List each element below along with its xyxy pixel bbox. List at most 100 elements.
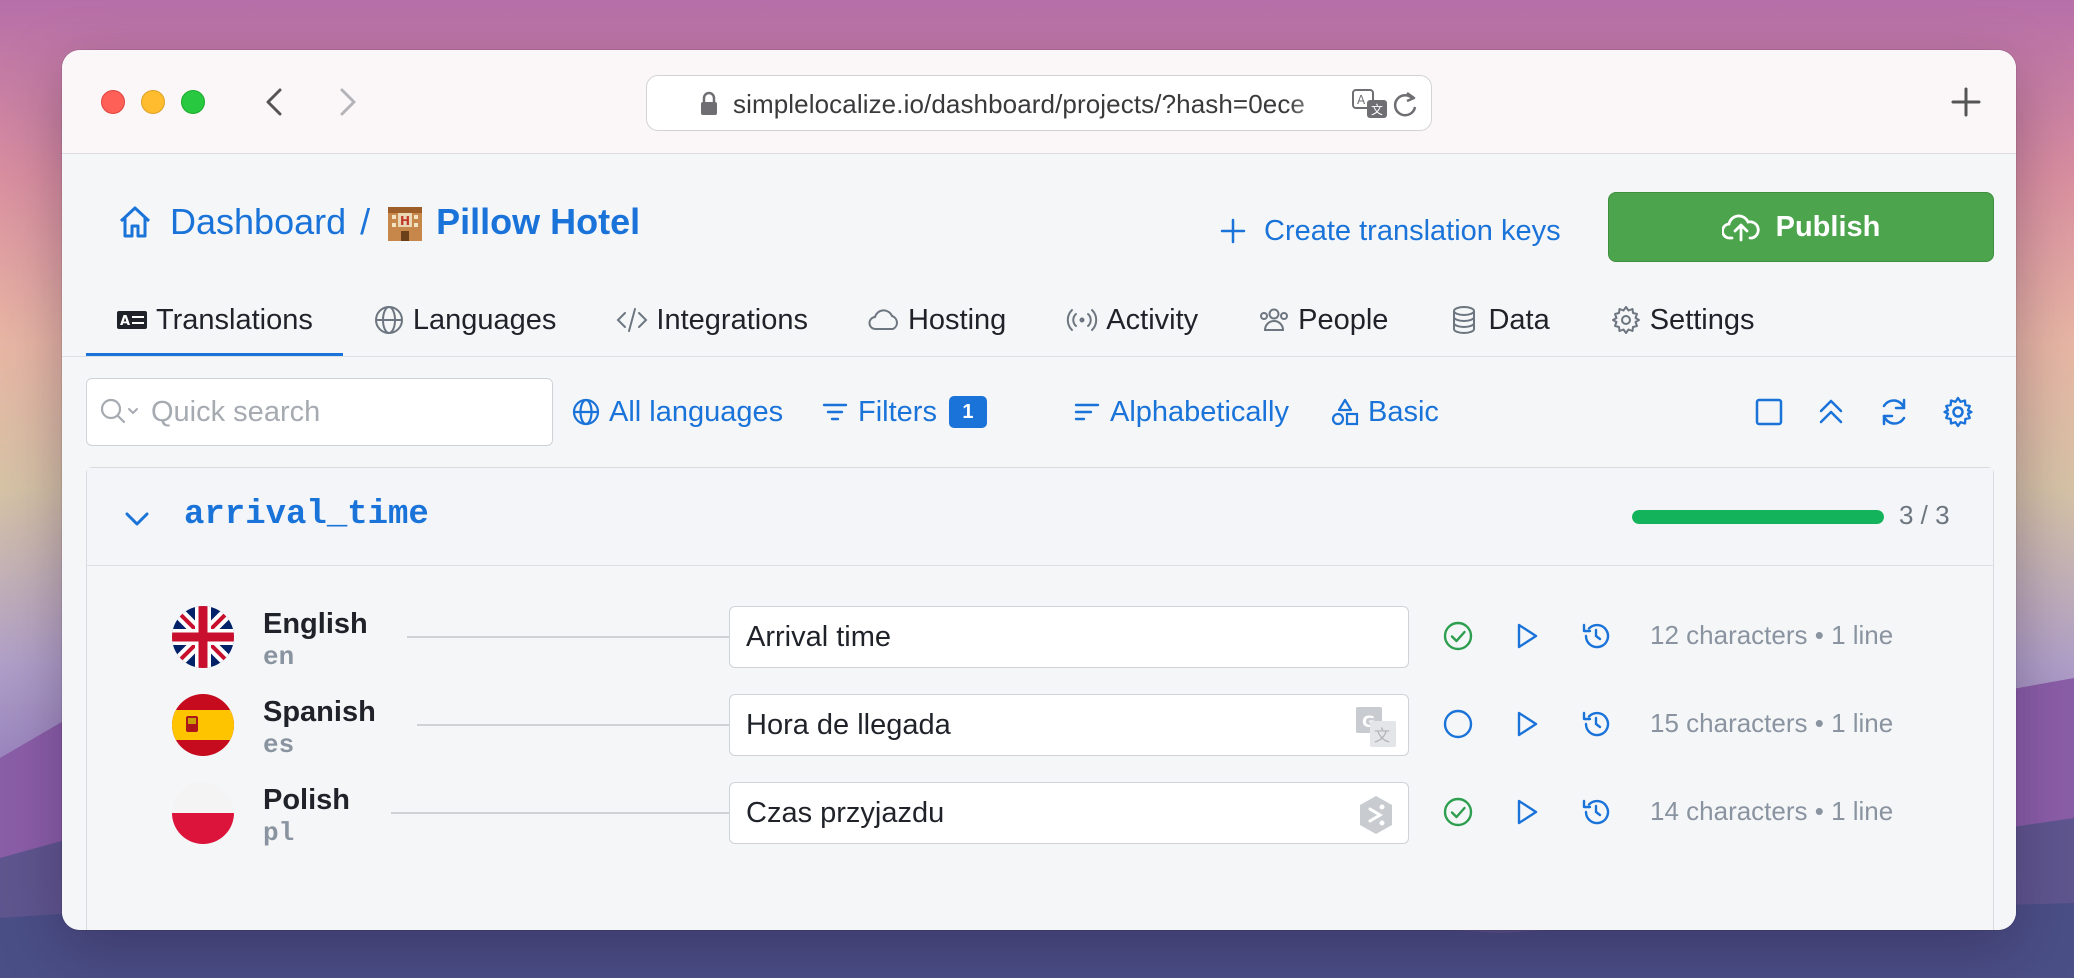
forward-arrow-icon[interactable] xyxy=(328,84,364,120)
home-icon[interactable] xyxy=(116,203,154,241)
google-translate-icon[interactable]: G文 xyxy=(1354,705,1398,749)
select-all-checkbox-icon[interactable] xyxy=(1752,395,1786,429)
deepl-icon[interactable] xyxy=(1354,793,1398,837)
chevron-down-icon[interactable] xyxy=(121,503,153,535)
publish-button[interactable]: Publish xyxy=(1608,192,1994,262)
app-content: Dashboard / H Pillow Hotel Create transl… xyxy=(62,155,2016,930)
tab-translations[interactable]: A Translations xyxy=(86,285,343,357)
key-name[interactable]: arrival_time xyxy=(184,496,429,534)
globe-icon xyxy=(572,398,600,426)
translate-page-icon[interactable]: A文 xyxy=(1351,88,1389,120)
url-fade xyxy=(1287,84,1357,124)
language-name: Spanish xyxy=(263,696,376,728)
tab-languages[interactable]: Languages xyxy=(343,285,587,355)
poland-flag-icon xyxy=(172,782,234,844)
language-code: es xyxy=(263,730,295,760)
sort-button[interactable]: Alphabetically xyxy=(1072,389,1289,435)
tab-label: People xyxy=(1298,303,1389,336)
character-count: 12 characters • 1 line xyxy=(1650,620,1894,650)
tab-settings[interactable]: Settings xyxy=(1580,285,1785,355)
translation-row-pl: Polish pl Czas przyjazdu 14 characters •… xyxy=(87,782,1993,870)
play-icon[interactable] xyxy=(1510,796,1542,828)
filters-count-badge: 1 xyxy=(948,396,987,428)
tab-label: Settings xyxy=(1649,303,1755,336)
tabs-divider xyxy=(62,356,2016,357)
translation-progress-bar xyxy=(1632,510,1884,524)
close-window-button[interactable] xyxy=(101,90,125,114)
tab-activity[interactable]: Activity xyxy=(1036,285,1228,355)
cloud-upload-icon xyxy=(1721,214,1760,242)
create-keys-label: Create translation keys xyxy=(1264,214,1561,247)
address-bar[interactable]: simplelocalize.io/dashboard/projects/?ha… xyxy=(646,75,1432,131)
character-count: 15 characters • 1 line xyxy=(1650,708,1894,738)
create-translation-keys-button[interactable]: Create translation keys xyxy=(1220,211,1561,251)
url-text: simplelocalize.io/dashboard/projects/?ha… xyxy=(733,89,1305,119)
breadcrumb-dashboard-link[interactable]: Dashboard xyxy=(170,201,346,243)
progress-count: 3 / 3 xyxy=(1899,500,1950,530)
plus-icon xyxy=(1220,218,1246,244)
tab-data[interactable]: Data xyxy=(1418,285,1579,355)
tab-people[interactable]: People xyxy=(1228,285,1418,355)
not-reviewed-circle-icon[interactable] xyxy=(1442,708,1474,740)
row-connector-line xyxy=(407,636,729,638)
new-tab-plus-icon[interactable] xyxy=(1948,84,1984,120)
all-languages-button[interactable]: All languages xyxy=(571,389,783,435)
search-icon[interactable] xyxy=(99,397,143,427)
tab-hosting[interactable]: Hosting xyxy=(838,285,1036,355)
reviewed-check-icon[interactable] xyxy=(1442,620,1474,652)
translation-input[interactable]: Arrival time xyxy=(729,606,1409,668)
globe-icon xyxy=(374,306,403,334)
row-connector-line xyxy=(417,724,729,726)
language-code: pl xyxy=(263,818,295,848)
browser-window: simplelocalize.io/dashboard/projects/?ha… xyxy=(62,50,2016,930)
quick-search-input[interactable] xyxy=(151,395,491,429)
settings-gear-icon[interactable] xyxy=(1941,395,1975,429)
breadcrumb: Dashboard / H Pillow Hotel xyxy=(116,197,640,247)
translation-key-card: arrival_time 3 / 3 English en Arrival ti… xyxy=(86,467,1994,930)
reviewed-check-icon[interactable] xyxy=(1442,796,1474,828)
history-icon[interactable] xyxy=(1580,620,1612,652)
view-mode-button[interactable]: Basic xyxy=(1330,389,1439,435)
view-mode-label: Basic xyxy=(1368,395,1439,428)
minimize-window-button[interactable] xyxy=(141,90,165,114)
character-count: 14 characters • 1 line xyxy=(1650,796,1894,826)
zoom-window-button[interactable] xyxy=(181,90,205,114)
lock-icon xyxy=(701,91,717,115)
translation-value: Hora de llegada xyxy=(746,708,951,741)
main-tabs: A Translations Languages Integrations Ho… xyxy=(86,285,1785,357)
svg-text:文: 文 xyxy=(1374,726,1390,745)
hotel-icon: H xyxy=(388,207,423,241)
code-icon xyxy=(617,308,648,332)
row-connector-line xyxy=(391,812,729,814)
publish-label: Publish xyxy=(1775,210,1881,243)
language-name: English xyxy=(263,608,368,640)
shapes-icon xyxy=(1331,398,1359,426)
all-languages-label: All languages xyxy=(609,395,784,428)
uk-flag-icon xyxy=(172,606,234,668)
project-name[interactable]: Pillow Hotel xyxy=(436,201,640,243)
translations-icon: A xyxy=(117,311,147,329)
translation-row-en: English en Arrival time 12 characters • … xyxy=(87,606,1993,694)
play-icon[interactable] xyxy=(1510,708,1542,740)
language-name: Polish xyxy=(263,784,351,816)
refresh-icon[interactable] xyxy=(1877,395,1911,429)
tab-integrations[interactable]: Integrations xyxy=(586,285,838,355)
history-icon[interactable] xyxy=(1580,708,1612,740)
translation-value: Czas przyjazdu xyxy=(746,796,945,829)
breadcrumb-separator: / xyxy=(360,201,371,242)
translation-row-es: Spanish es Hora de llegada G文 15 charact… xyxy=(87,694,1993,782)
history-icon[interactable] xyxy=(1580,796,1612,828)
filters-button[interactable]: Filters 1 xyxy=(820,389,987,435)
translation-input[interactable]: Czas przyjazdu xyxy=(729,782,1409,844)
language-code: en xyxy=(263,642,295,672)
gear-icon xyxy=(1611,306,1640,334)
quick-search-box[interactable] xyxy=(86,378,553,446)
filters-label: Filters xyxy=(858,395,937,428)
back-arrow-icon[interactable] xyxy=(258,84,294,120)
collapse-all-icon[interactable] xyxy=(1814,395,1848,429)
play-icon[interactable] xyxy=(1510,620,1542,652)
translation-input[interactable]: Hora de llegada G文 xyxy=(729,694,1409,756)
key-header[interactable]: arrival_time 3 / 3 xyxy=(87,468,1993,566)
spain-flag-icon xyxy=(172,694,234,756)
reload-icon[interactable] xyxy=(1391,89,1419,119)
